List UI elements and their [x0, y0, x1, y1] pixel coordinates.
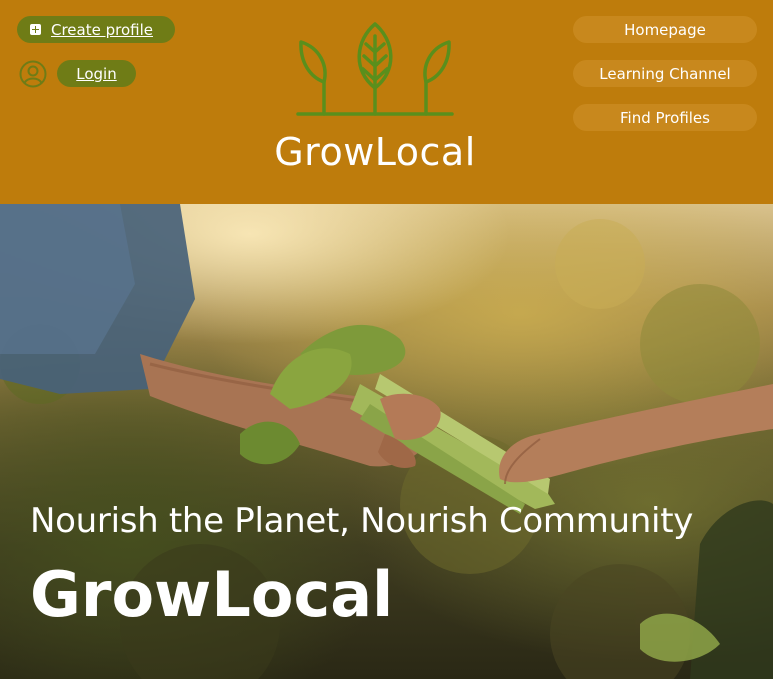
login-label: Login [76, 64, 117, 83]
brand-name[interactable]: GrowLocal [250, 128, 500, 176]
plus-icon [30, 24, 41, 35]
nav-homepage-button[interactable]: Homepage [573, 16, 757, 43]
hero-tagline: Nourish the Planet, Nourish Community [30, 501, 694, 541]
create-profile-label: Create profile [51, 20, 153, 39]
login-button[interactable]: Login [57, 60, 136, 87]
user-icon[interactable] [19, 60, 47, 88]
nav-find-profiles-label: Find Profiles [620, 108, 710, 127]
create-profile-button[interactable]: Create profile [17, 16, 175, 43]
nav-homepage-label: Homepage [624, 20, 706, 39]
hero-section: Nourish the Planet, Nourish Community Gr… [0, 204, 773, 679]
nav-find-profiles-button[interactable]: Find Profiles [573, 104, 757, 131]
nav-learning-channel-label: Learning Channel [599, 64, 731, 83]
site-header: Create profile Login GrowLocal Homepage … [0, 0, 773, 204]
nav-learning-channel-button[interactable]: Learning Channel [573, 60, 757, 87]
sprout-icon[interactable] [296, 22, 454, 118]
hero-title: GrowLocal [30, 558, 394, 631]
